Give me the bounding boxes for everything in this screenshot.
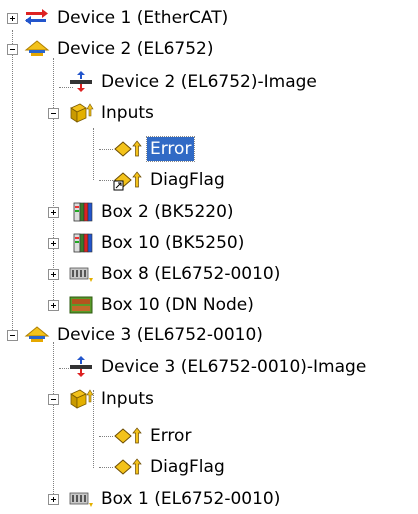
tree-item-box-1[interactable]: Box 1 (EL6752-0010) bbox=[68, 484, 283, 514]
device-icon bbox=[24, 38, 50, 60]
tree-item-label: Box 8 (EL6752-0010) bbox=[101, 264, 281, 284]
expand-dn-node-toggle[interactable] bbox=[48, 300, 59, 311]
expand-box-1-toggle[interactable] bbox=[48, 494, 59, 505]
input-variable-icon bbox=[113, 138, 143, 160]
inputs-icon bbox=[68, 388, 94, 410]
tree-item-label: Box 1 (EL6752-0010) bbox=[101, 489, 281, 509]
tree-item-device-1[interactable]: Device 1 (EtherCAT) bbox=[24, 3, 231, 33]
tree-connector bbox=[99, 180, 113, 182]
tree-item-label: Box 2 (BK5220) bbox=[101, 202, 234, 222]
expand-device-1-toggle[interactable] bbox=[7, 13, 18, 24]
collapse-device-3-toggle[interactable] bbox=[7, 330, 18, 341]
tree-item-diagflag[interactable]: DiagFlag bbox=[113, 165, 228, 195]
image-icon bbox=[68, 356, 94, 378]
tree-item-label: DiagFlag bbox=[150, 457, 225, 477]
tree-item-label: Inputs bbox=[101, 389, 154, 409]
tree-item-error[interactable]: Error bbox=[113, 134, 196, 164]
tree-item-error[interactable]: Error bbox=[113, 421, 194, 451]
tree-connector bbox=[53, 342, 55, 500]
tree-item-label: Inputs bbox=[101, 103, 154, 123]
tree-item-label-selected: Error bbox=[145, 136, 196, 162]
tree-item-label: Device 2 (EL6752)-Image bbox=[101, 72, 317, 92]
tree-item-label: Box 10 (BK5250) bbox=[101, 233, 245, 253]
tree-item-box-2[interactable]: Box 2 (BK5220) bbox=[68, 197, 237, 227]
collapse-inputs-toggle[interactable] bbox=[48, 394, 59, 405]
tree-item-inputs[interactable]: Inputs bbox=[68, 98, 157, 128]
input-variable-icon bbox=[113, 425, 143, 447]
inputs-icon bbox=[68, 102, 94, 124]
tree-item-device-2[interactable]: Device 2 (EL6752) bbox=[24, 34, 217, 64]
dn-node-icon bbox=[68, 294, 94, 316]
tree-connector bbox=[99, 467, 113, 469]
tree-connector bbox=[99, 436, 113, 438]
tree-connector bbox=[99, 149, 113, 151]
tree-item-device-3-image[interactable]: Device 3 (EL6752-0010)-Image bbox=[68, 352, 369, 382]
bus-coupler-icon bbox=[68, 201, 94, 223]
bus-coupler-icon bbox=[68, 232, 94, 254]
device-icon bbox=[24, 324, 50, 346]
device-tree: Device 1 (EtherCAT) Device 2 (EL6752) De… bbox=[0, 0, 418, 513]
tree-item-inputs[interactable]: Inputs bbox=[68, 384, 157, 414]
slave-box-icon bbox=[68, 263, 94, 285]
tree-item-dn-node[interactable]: Box 10 (DN Node) bbox=[68, 290, 257, 320]
tree-item-label: Box 10 (DN Node) bbox=[101, 295, 254, 315]
tree-connector bbox=[93, 128, 95, 180]
tree-item-label: Device 2 (EL6752) bbox=[57, 39, 214, 59]
tree-item-device-3[interactable]: Device 3 (EL6752-0010) bbox=[24, 320, 266, 350]
ethercat-device-icon bbox=[24, 7, 50, 29]
tree-item-label: DiagFlag bbox=[150, 170, 225, 190]
tree-item-label: Device 1 (EtherCAT) bbox=[57, 8, 229, 28]
tree-item-label: Error bbox=[150, 426, 192, 446]
tree-item-label: Device 3 (EL6752-0010) bbox=[57, 325, 263, 345]
expand-box-10-toggle[interactable] bbox=[48, 238, 59, 249]
input-variable-icon bbox=[113, 456, 143, 478]
expand-box-8-toggle[interactable] bbox=[48, 269, 59, 280]
tree-connector bbox=[53, 58, 55, 304]
tree-item-diagflag[interactable]: DiagFlag bbox=[113, 452, 228, 482]
tree-item-label: Device 3 (EL6752-0010)-Image bbox=[101, 357, 367, 377]
image-icon bbox=[68, 71, 94, 93]
tree-item-box-8[interactable]: Box 8 (EL6752-0010) bbox=[68, 259, 283, 289]
expand-box-2-toggle[interactable] bbox=[48, 207, 59, 218]
tree-connector bbox=[12, 30, 14, 330]
collapse-inputs-toggle[interactable] bbox=[48, 108, 59, 119]
tree-item-box-10[interactable]: Box 10 (BK5250) bbox=[68, 228, 247, 258]
collapse-device-2-toggle[interactable] bbox=[7, 44, 18, 55]
linked-input-variable-icon bbox=[113, 169, 143, 191]
slave-box-icon bbox=[68, 488, 94, 510]
tree-item-device-2-image[interactable]: Device 2 (EL6752)-Image bbox=[68, 67, 320, 97]
